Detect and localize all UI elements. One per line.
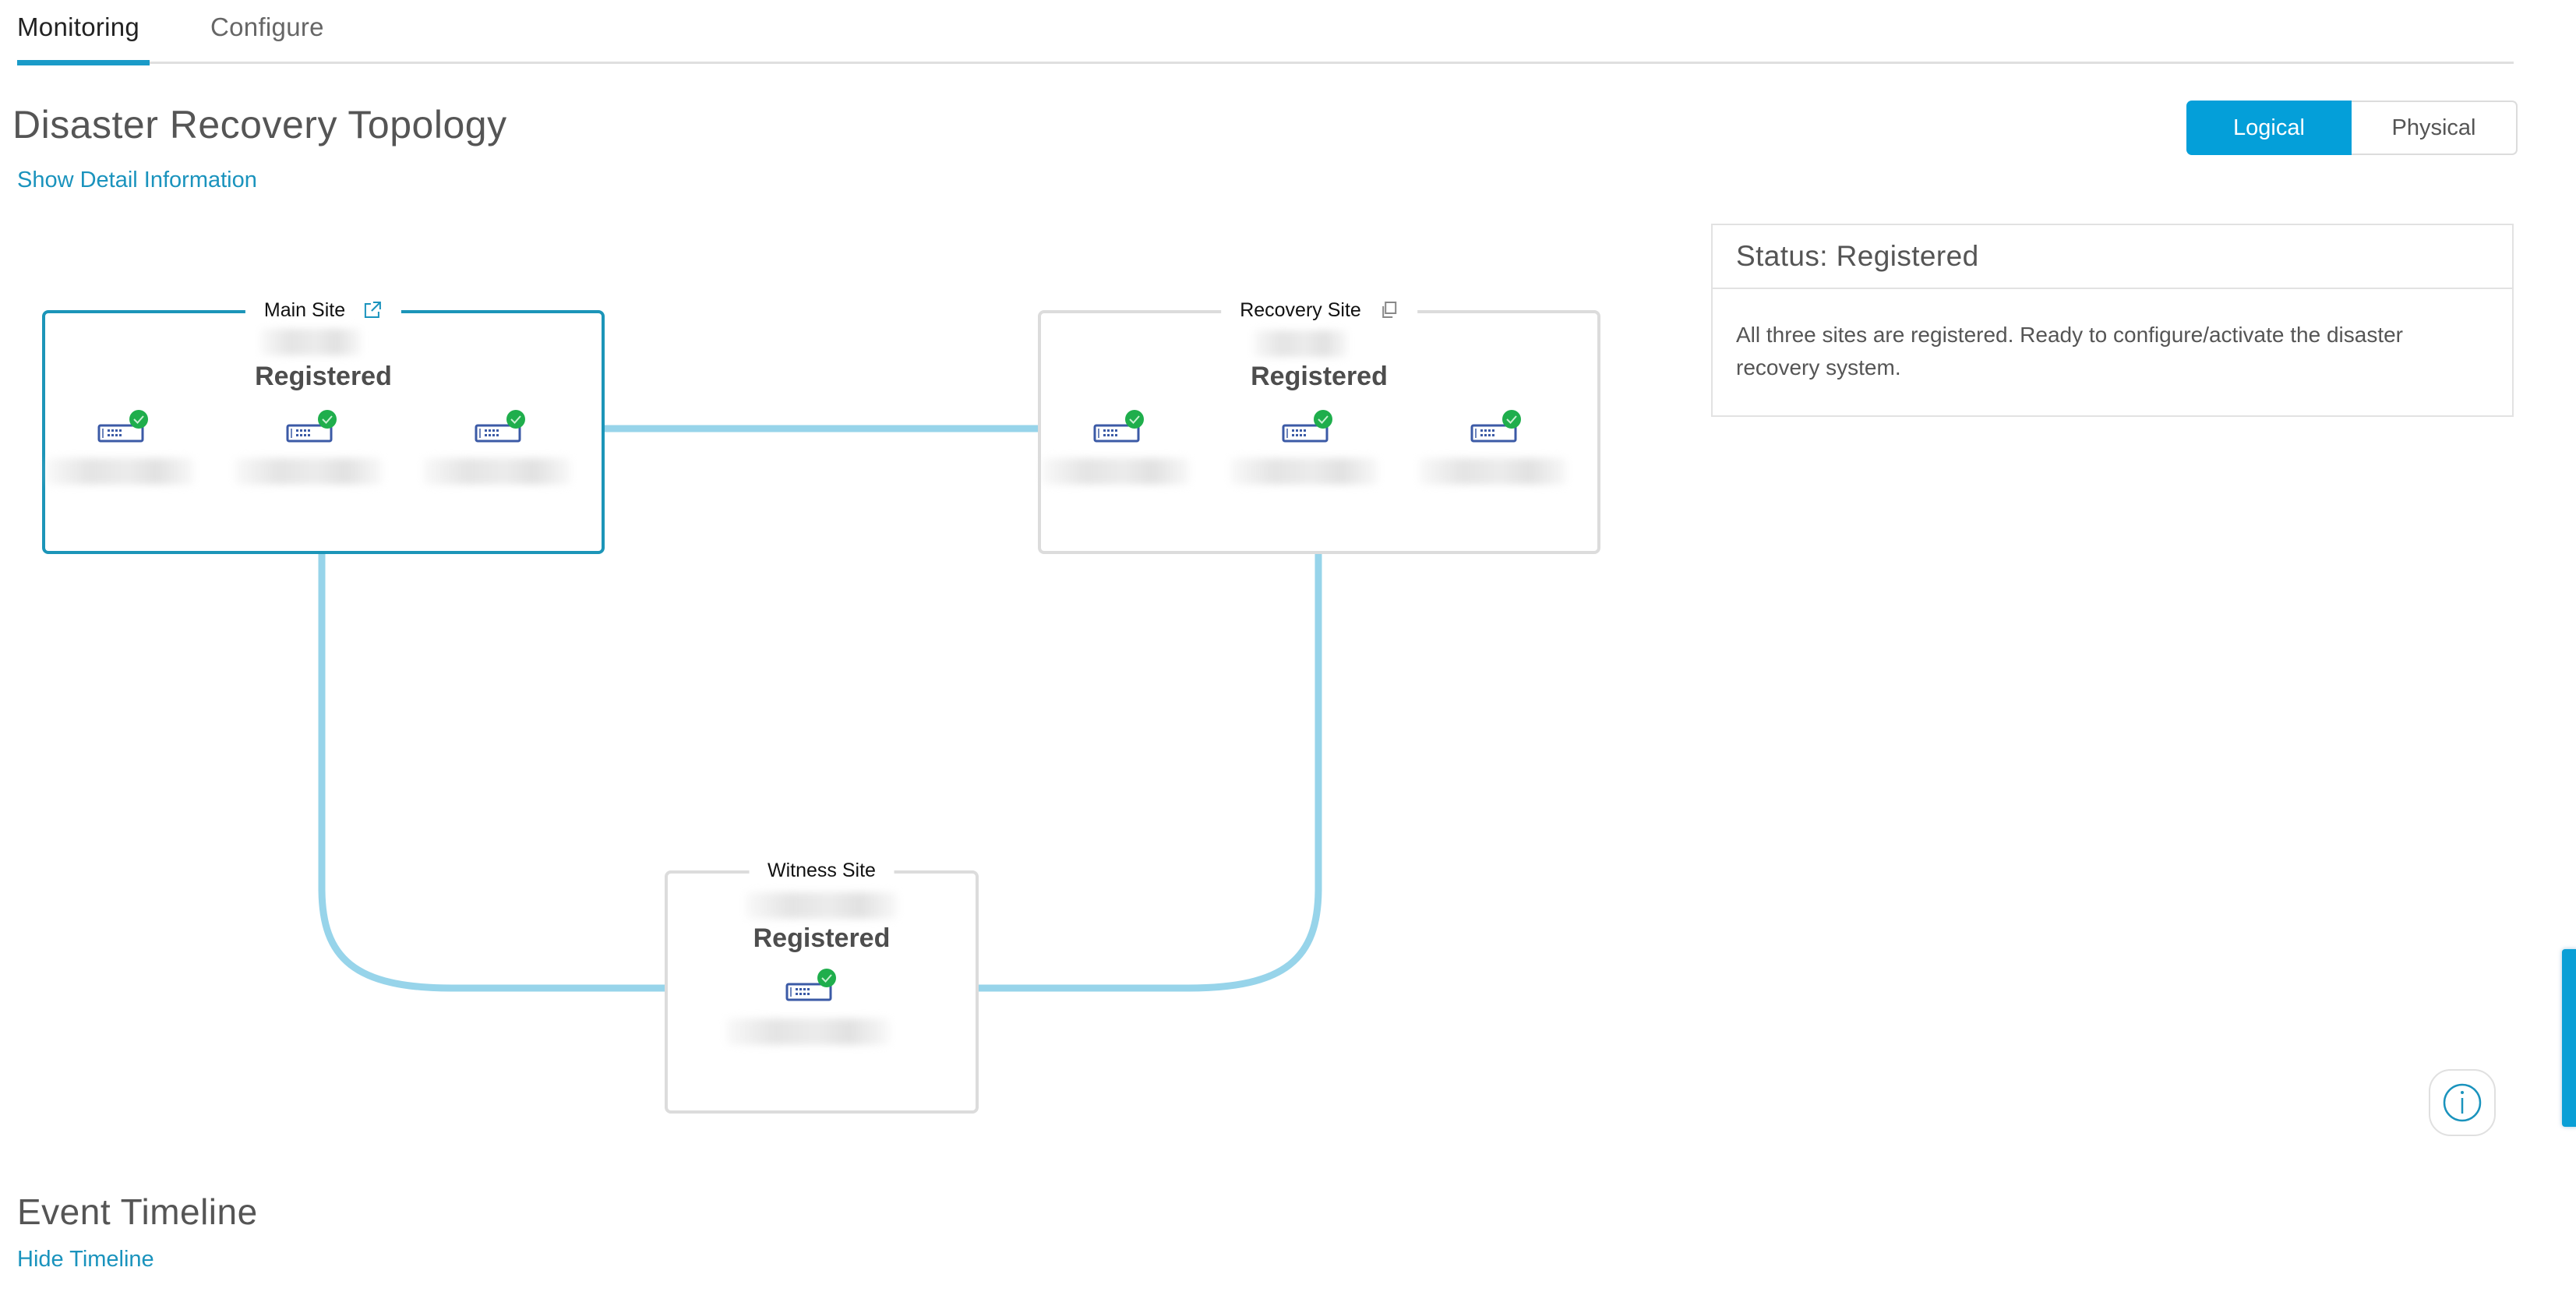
node-device[interactable] — [785, 967, 839, 1006]
node-device[interactable] — [285, 408, 340, 447]
node-device[interactable] — [1281, 408, 1336, 447]
status-ok-icon — [1125, 410, 1144, 429]
status-ok-icon — [129, 410, 148, 429]
site-card-recovery[interactable]: Recovery Site Registered — [1038, 296, 1600, 554]
site-name: Recovery Site — [1240, 299, 1361, 321]
node-label-redacted — [726, 1018, 890, 1045]
site-status: Registered — [1251, 362, 1388, 391]
site-legend: Recovery Site — [1221, 296, 1417, 324]
site-hostname-redacted — [260, 329, 362, 355]
node-device[interactable] — [97, 408, 151, 447]
status-ok-icon — [1314, 410, 1332, 429]
site-card-witness[interactable]: Witness Site Registered — [665, 856, 979, 1114]
node-label-redacted — [1042, 458, 1190, 485]
node-label-redacted — [235, 458, 383, 485]
site-name: Witness Site — [768, 860, 876, 881]
site-hostname-redacted — [1253, 330, 1348, 357]
info-icon — [2443, 1083, 2482, 1122]
hide-timeline-link[interactable]: Hide Timeline — [17, 1245, 154, 1273]
link-main-witness — [318, 553, 666, 992]
node-label-redacted — [1419, 458, 1567, 485]
status-ok-icon — [506, 410, 525, 429]
status-ok-icon — [817, 969, 836, 987]
status-ok-icon — [1502, 410, 1521, 429]
info-button[interactable] — [2429, 1069, 2496, 1136]
site-status: Registered — [753, 923, 891, 953]
site-hostname-redacted — [746, 892, 898, 919]
copy-icon[interactable] — [1378, 300, 1399, 320]
link-recovery-witness — [976, 553, 1322, 992]
node-label-redacted — [423, 458, 571, 485]
status-ok-icon — [318, 410, 337, 429]
node-label-redacted — [1230, 458, 1378, 485]
site-card-main[interactable]: Main Site Registered — [42, 296, 605, 554]
node-label-redacted — [46, 458, 194, 485]
node-device[interactable] — [1470, 408, 1524, 447]
node-device[interactable] — [1092, 408, 1147, 447]
external-link-icon[interactable] — [362, 300, 383, 320]
site-name: Main Site — [263, 299, 346, 321]
site-legend: Witness Site — [749, 856, 895, 884]
site-status: Registered — [255, 362, 392, 391]
site-legend: Main Site — [245, 296, 402, 324]
node-device[interactable] — [474, 408, 528, 447]
event-timeline-title: Event Timeline — [17, 1191, 258, 1232]
topology-connectors — [318, 425, 1322, 992]
side-panel-handle[interactable] — [2562, 949, 2576, 1127]
